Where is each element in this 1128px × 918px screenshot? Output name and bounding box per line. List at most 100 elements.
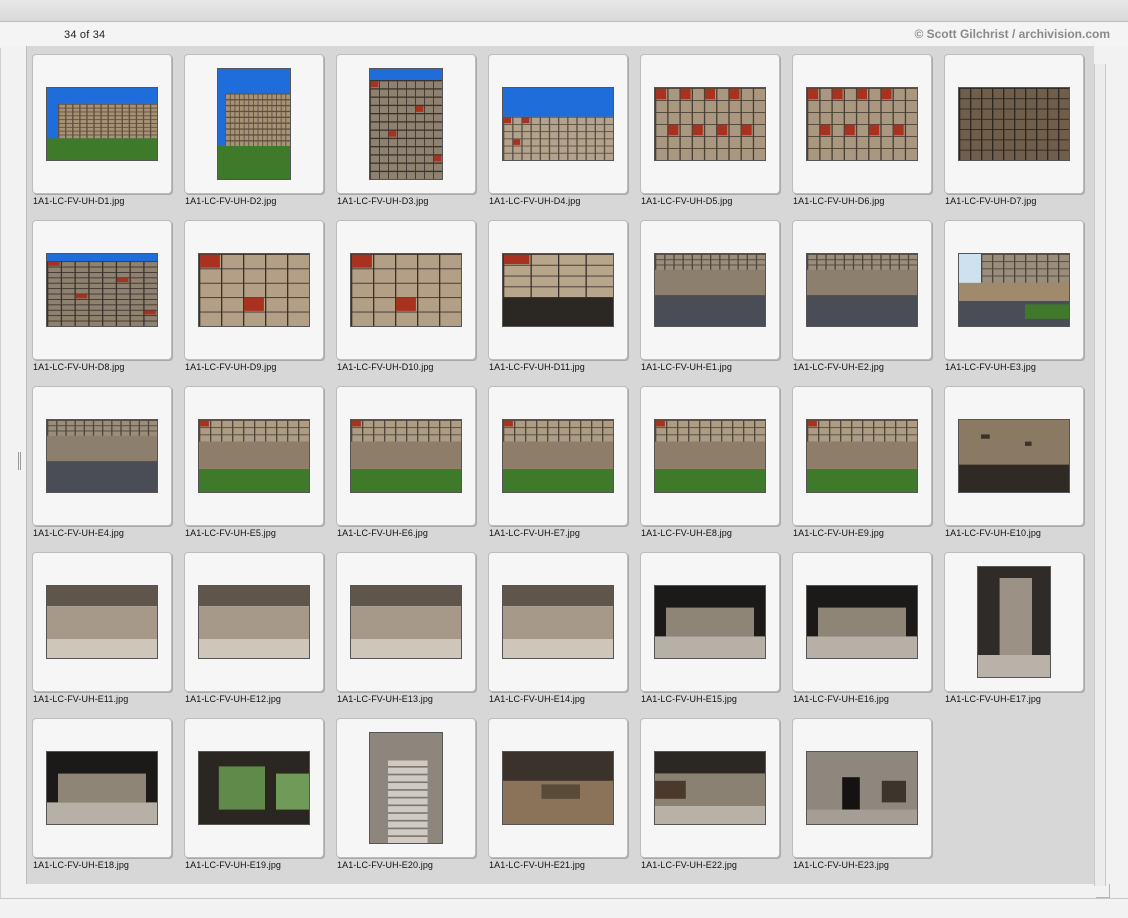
thumbnail-image[interactable] <box>502 253 614 327</box>
slide-frame[interactable] <box>944 54 1084 194</box>
thumbnail-cell[interactable]: 1A1-LC-FV-UH-D7.jpg <box>938 46 1084 210</box>
thumbnail-cell[interactable]: 1A1-LC-FV-UH-E15.jpg <box>634 544 780 708</box>
slide-frame[interactable] <box>32 386 172 526</box>
slide-frame[interactable] <box>792 386 932 526</box>
slide-frame[interactable] <box>32 552 172 692</box>
thumbnail-cell[interactable]: 1A1-LC-FV-UH-E18.jpg <box>26 710 172 874</box>
thumbnail-cell[interactable]: 1A1-LC-FV-UH-D2.jpg <box>178 46 324 210</box>
slide-frame[interactable] <box>944 220 1084 360</box>
thumbnail-cell[interactable]: 1A1-LC-FV-UH-E23.jpg <box>786 710 932 874</box>
thumbnail-cell[interactable]: 1A1-LC-FV-UH-D9.jpg <box>178 212 324 376</box>
thumbnail-image[interactable] <box>46 585 158 659</box>
thumbnail-image[interactable] <box>369 68 443 180</box>
thumbnail-image[interactable] <box>217 68 291 180</box>
thumbnail-cell[interactable]: 1A1-LC-FV-UH-E4.jpg <box>26 378 172 542</box>
slide-frame[interactable] <box>32 220 172 360</box>
slide-frame[interactable] <box>184 220 324 360</box>
slide-frame[interactable] <box>488 220 628 360</box>
thumbnail-image[interactable] <box>502 751 614 825</box>
thumbnail-image[interactable] <box>806 87 918 161</box>
thumbnail-cell[interactable]: 1A1-LC-FV-UH-E3.jpg <box>938 212 1084 376</box>
thumbnail-image[interactable] <box>977 566 1051 678</box>
thumbnail-image[interactable] <box>806 751 918 825</box>
thumbnail-cell[interactable]: 1A1-LC-FV-UH-E14.jpg <box>482 544 628 708</box>
slide-frame[interactable] <box>640 552 780 692</box>
thumbnail-image[interactable] <box>806 585 918 659</box>
slide-frame[interactable] <box>488 386 628 526</box>
thumbnail-image[interactable] <box>958 419 1070 493</box>
slide-frame[interactable] <box>640 220 780 360</box>
thumbnail-image[interactable] <box>502 585 614 659</box>
thumbnail-cell[interactable]: 1A1-LC-FV-UH-E10.jpg <box>938 378 1084 542</box>
slide-frame[interactable] <box>792 718 932 858</box>
vertical-scrollbar[interactable] <box>1094 64 1106 886</box>
slide-frame[interactable] <box>184 54 324 194</box>
thumbnail-image[interactable] <box>654 87 766 161</box>
thumbnail-cell[interactable]: 1A1-LC-FV-UH-E2.jpg <box>786 212 932 376</box>
thumbnail-cell[interactable]: 1A1-LC-FV-UH-D6.jpg <box>786 46 932 210</box>
thumbnail-image[interactable] <box>502 419 614 493</box>
thumbnail-image[interactable] <box>198 419 310 493</box>
thumbnail-cell[interactable]: 1A1-LC-FV-UH-E21.jpg <box>482 710 628 874</box>
slide-frame[interactable] <box>488 718 628 858</box>
slide-frame[interactable] <box>336 386 476 526</box>
thumbnail-cell[interactable]: 1A1-LC-FV-UH-E16.jpg <box>786 544 932 708</box>
thumbnail-image[interactable] <box>654 751 766 825</box>
thumbnail-cell[interactable]: 1A1-LC-FV-UH-D8.jpg <box>26 212 172 376</box>
slide-frame[interactable] <box>336 718 476 858</box>
thumbnail-cell[interactable]: 1A1-LC-FV-UH-D1.jpg <box>26 46 172 210</box>
thumbnail-cell[interactable]: 1A1-LC-FV-UH-E7.jpg <box>482 378 628 542</box>
thumbnail-image[interactable] <box>369 732 443 844</box>
slide-frame[interactable] <box>336 552 476 692</box>
slide-frame[interactable] <box>488 552 628 692</box>
slide-frame[interactable] <box>792 220 932 360</box>
thumbnail-cell[interactable]: 1A1-LC-FV-UH-E13.jpg <box>330 544 476 708</box>
slide-frame[interactable] <box>336 54 476 194</box>
thumbnail-image[interactable] <box>350 253 462 327</box>
thumbnail-cell[interactable]: 1A1-LC-FV-UH-E19.jpg <box>178 710 324 874</box>
thumbnail-cell[interactable]: 1A1-LC-FV-UH-E11.jpg <box>26 544 172 708</box>
thumbnail-image[interactable] <box>198 253 310 327</box>
thumbnail-image[interactable] <box>350 419 462 493</box>
thumbnail-image[interactable] <box>654 253 766 327</box>
slide-frame[interactable] <box>32 54 172 194</box>
thumbnail-cell[interactable]: 1A1-LC-FV-UH-D4.jpg <box>482 46 628 210</box>
slide-frame[interactable] <box>944 386 1084 526</box>
thumbnail-image[interactable] <box>958 87 1070 161</box>
slide-frame[interactable] <box>32 718 172 858</box>
thumbnail-cell[interactable]: 1A1-LC-FV-UH-E9.jpg <box>786 378 932 542</box>
thumbnail-image[interactable] <box>654 585 766 659</box>
slide-frame[interactable] <box>184 386 324 526</box>
thumbnail-cell[interactable]: 1A1-LC-FV-UH-E8.jpg <box>634 378 780 542</box>
thumbnail-image[interactable] <box>198 585 310 659</box>
slide-frame[interactable] <box>488 54 628 194</box>
slide-frame[interactable] <box>944 552 1084 692</box>
thumbnail-cell[interactable]: 1A1-LC-FV-UH-D5.jpg <box>634 46 780 210</box>
thumbnail-cell[interactable]: 1A1-LC-FV-UH-E6.jpg <box>330 378 476 542</box>
slide-frame[interactable] <box>640 54 780 194</box>
thumbnail-image[interactable] <box>46 751 158 825</box>
thumbnail-cell[interactable]: 1A1-LC-FV-UH-D3.jpg <box>330 46 476 210</box>
thumbnail-image[interactable] <box>350 585 462 659</box>
thumbnail-image[interactable] <box>654 419 766 493</box>
slide-frame[interactable] <box>792 552 932 692</box>
splitter-handle[interactable] <box>18 452 21 470</box>
thumbnail-cell[interactable]: 1A1-LC-FV-UH-E12.jpg <box>178 544 324 708</box>
thumbnail-cell[interactable]: 1A1-LC-FV-UH-E1.jpg <box>634 212 780 376</box>
slide-frame[interactable] <box>184 552 324 692</box>
thumbnail-cell[interactable]: 1A1-LC-FV-UH-E22.jpg <box>634 710 780 874</box>
thumbnail-cell[interactable]: 1A1-LC-FV-UH-D10.jpg <box>330 212 476 376</box>
thumbnail-cell[interactable]: 1A1-LC-FV-UH-D11.jpg <box>482 212 628 376</box>
resize-grip-icon[interactable] <box>1096 884 1110 898</box>
slide-frame[interactable] <box>640 386 780 526</box>
slide-frame[interactable] <box>336 220 476 360</box>
thumbnail-image[interactable] <box>958 253 1070 327</box>
thumbnail-image[interactable] <box>46 419 158 493</box>
thumbnail-image[interactable] <box>198 751 310 825</box>
slide-frame[interactable] <box>640 718 780 858</box>
thumbnail-image[interactable] <box>46 253 158 327</box>
slide-frame[interactable] <box>792 54 932 194</box>
thumbnail-cell[interactable]: 1A1-LC-FV-UH-E17.jpg <box>938 544 1084 708</box>
slide-frame[interactable] <box>184 718 324 858</box>
thumbnail-image[interactable] <box>806 253 918 327</box>
